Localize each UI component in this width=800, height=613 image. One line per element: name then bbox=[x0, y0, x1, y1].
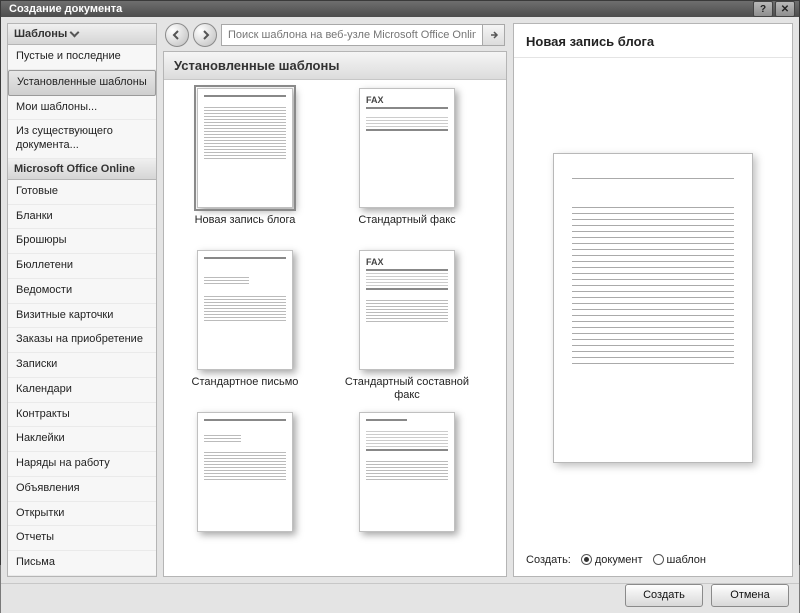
sidebar-item[interactable]: Объявления bbox=[8, 477, 156, 502]
sidebar-item[interactable]: Брошюры bbox=[8, 229, 156, 254]
help-icon: ? bbox=[760, 4, 766, 15]
arrow-right-icon bbox=[199, 29, 211, 41]
create-button[interactable]: Создать bbox=[625, 584, 703, 607]
preview-document bbox=[553, 153, 753, 463]
preview-panel: Новая запись блога Создать: документ ш bbox=[513, 23, 793, 577]
content-header: Установленные шаблоны bbox=[164, 52, 506, 80]
template-grid: Новая запись блога FAX Стандартный факс Ста… bbox=[164, 80, 506, 576]
sidebar-item[interactable]: Визитные карточки bbox=[8, 304, 156, 329]
sidebar: Шаблоны Пустые и последниеУстановленные … bbox=[7, 23, 157, 577]
radio-template[interactable]: шаблон bbox=[653, 554, 706, 566]
preview-body bbox=[514, 58, 792, 546]
sidebar-item[interactable]: Ведомости bbox=[8, 279, 156, 304]
sidebar-item[interactable]: Наклейки bbox=[8, 427, 156, 452]
radio-document[interactable]: документ bbox=[581, 554, 643, 566]
sidebar-item[interactable]: Контракты bbox=[8, 403, 156, 428]
template-thumbnail[interactable] bbox=[359, 412, 455, 532]
sidebar-item[interactable]: Записки bbox=[8, 353, 156, 378]
template-label: Стандартное письмо bbox=[192, 376, 299, 402]
template-item[interactable] bbox=[336, 412, 478, 564]
sidebar-item[interactable]: Бланки bbox=[8, 205, 156, 230]
sidebar-item[interactable]: Мои шаблоны... bbox=[8, 96, 156, 121]
template-item[interactable]: FAX Стандартный составной факс bbox=[336, 250, 478, 402]
sidebar-item[interactable]: Бюллетени bbox=[8, 254, 156, 279]
arrow-left-icon bbox=[171, 29, 183, 41]
sidebar-item[interactable]: Установленные шаблоны bbox=[8, 70, 156, 96]
dialog-body: Шаблоны Пустые и последниеУстановленные … bbox=[1, 17, 799, 583]
sidebar-item[interactable]: Заказы на приобретение bbox=[8, 328, 156, 353]
sidebar-item[interactable]: Пустые и последние bbox=[8, 45, 156, 70]
sidebar-header[interactable]: Шаблоны bbox=[8, 24, 156, 45]
preview-title: Новая запись блога bbox=[514, 24, 792, 58]
content-panel: Установленные шаблоны Новая запись блога… bbox=[163, 51, 507, 577]
close-button[interactable]: ✕ bbox=[775, 1, 795, 17]
sidebar-item[interactable]: Готовые bbox=[8, 180, 156, 205]
template-item[interactable]: Новая запись блога bbox=[174, 88, 316, 240]
dialog-window: Создание документа ? ✕ Шаблоны Пустые и … bbox=[0, 0, 800, 565]
template-item[interactable] bbox=[174, 412, 316, 564]
window-title: Создание документа bbox=[9, 3, 122, 15]
template-label: Стандартный факс bbox=[358, 214, 455, 240]
radio-icon bbox=[581, 554, 592, 565]
help-button[interactable]: ? bbox=[753, 1, 773, 17]
template-item[interactable]: FAX Стандартный факс bbox=[336, 88, 478, 240]
arrow-go-icon bbox=[489, 30, 499, 40]
nav-back-button[interactable] bbox=[165, 23, 189, 47]
sidebar-list: Пустые и последниеУстановленные шаблоныМ… bbox=[8, 45, 156, 576]
sidebar-item[interactable]: Наряды на работу bbox=[8, 452, 156, 477]
template-item[interactable]: Стандартное письмо bbox=[174, 250, 316, 402]
search-input[interactable] bbox=[221, 24, 483, 46]
titlebar: Создание документа ? ✕ bbox=[1, 1, 799, 17]
preview-footer: Создать: документ шаблон bbox=[514, 546, 792, 576]
create-label: Создать: bbox=[526, 554, 571, 566]
template-thumbnail[interactable] bbox=[197, 88, 293, 208]
template-thumbnail[interactable] bbox=[197, 250, 293, 370]
template-thumbnail[interactable] bbox=[197, 412, 293, 532]
template-thumbnail[interactable]: FAX bbox=[359, 88, 455, 208]
search-go-button[interactable] bbox=[483, 24, 505, 46]
dialog-footer: Создать Отмена bbox=[1, 583, 799, 613]
sidebar-item[interactable]: Отчеты bbox=[8, 526, 156, 551]
sidebar-item[interactable]: Из существующего документа... bbox=[8, 120, 156, 159]
search-wrap bbox=[221, 24, 505, 46]
nav-forward-button[interactable] bbox=[193, 23, 217, 47]
middle-panel: Установленные шаблоны Новая запись блога… bbox=[163, 23, 507, 577]
template-label: Новая запись блога bbox=[195, 214, 296, 240]
cancel-button[interactable]: Отмена bbox=[711, 584, 789, 607]
radio-icon bbox=[653, 554, 664, 565]
toolbar bbox=[163, 23, 507, 51]
sidebar-item[interactable]: Письма bbox=[8, 551, 156, 576]
close-icon: ✕ bbox=[781, 4, 789, 15]
template-label: Стандартный составной факс bbox=[336, 376, 478, 402]
template-thumbnail[interactable]: FAX bbox=[359, 250, 455, 370]
sidebar-item[interactable]: Открытки bbox=[8, 502, 156, 527]
sidebar-section-header[interactable]: Microsoft Office Online bbox=[8, 159, 156, 180]
sidebar-item[interactable]: Календари bbox=[8, 378, 156, 403]
